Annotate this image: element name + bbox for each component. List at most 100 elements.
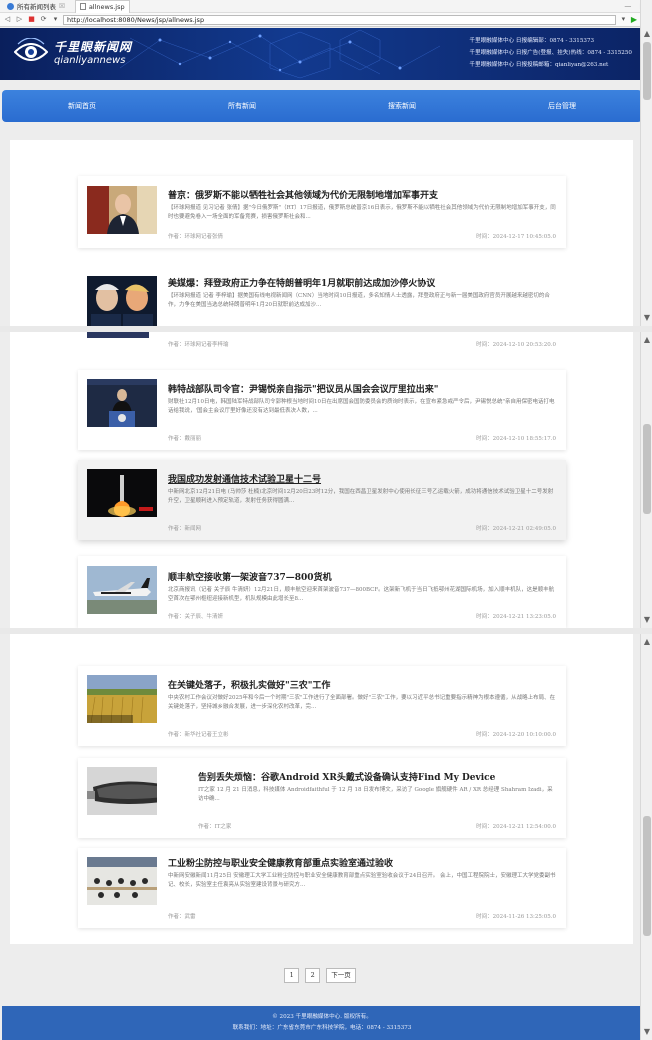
site-logo[interactable]: 千里眼新闻网 qianliyannews xyxy=(14,38,132,66)
browser-tab-bar: 所有新闻列表 ☒ allnews.jsp — □ xyxy=(0,0,652,13)
news-title[interactable]: 在关键处落子，积极扎实做好"三农"工作 xyxy=(168,678,556,691)
nav-search-news[interactable]: 搜索新闻 xyxy=(322,101,482,111)
refresh-icon[interactable]: ⟳ xyxy=(39,15,48,24)
nav-admin[interactable]: 后台管理 xyxy=(482,101,642,111)
scroll-down-icon[interactable]: ▼ xyxy=(641,1026,652,1038)
vertical-scrollbar[interactable]: ▲ ▼ xyxy=(640,0,652,326)
news-summary: 【环球网报道 见习记者 张倩】据"今日俄罗斯"（RT）17日报道，俄罗斯总统普京… xyxy=(168,205,556,220)
xr-headset-photo-image xyxy=(87,767,157,815)
news-item[interactable]: 美媒爆：拜登政府正力争在特朗普明年1月就职前达成加沙停火协议 【环球网报道 记者… xyxy=(78,262,566,326)
news-item-continued[interactable]: 作者：环球网记者李梓瑜 时间：2024-12-10 20:53:20.0 xyxy=(78,332,566,352)
news-title[interactable]: 普京：俄罗斯不能以牺牲社会其他领域为代价无限制地增加军事开支 xyxy=(168,188,556,201)
news-title[interactable]: 美媒爆：拜登政府正力争在特朗普明年1月就职前达成加沙停火协议 xyxy=(168,276,556,289)
forward-icon[interactable]: ▷ xyxy=(15,15,24,24)
news-summary: 中新网安徽新闻11月25日 安徽理工大学工业粉尘防控与职业安全健康教育部重点实验… xyxy=(168,873,556,888)
eye-logo-icon xyxy=(14,38,48,61)
page-2-button[interactable]: 2 xyxy=(305,968,321,983)
cargo-plane-photo-image xyxy=(87,566,157,614)
news-item[interactable]: 顺丰航空接收第一架波音737—800货机 北京商报讯（记者 关子辰 牛清妍）12… xyxy=(78,556,566,628)
document-icon xyxy=(79,3,86,10)
news-thumbnail[interactable] xyxy=(87,379,157,427)
logo-english-text: qianliyannews xyxy=(54,55,126,66)
news-author: 作者：戴丽丽 xyxy=(168,436,202,442)
news-time: 时间：2024-12-21 02:49:05.0 xyxy=(476,526,556,532)
news-author: 作者：新闻网 xyxy=(168,526,202,532)
rocket-launch-photo-image xyxy=(87,469,157,517)
header-contact-info: 千里眼融媒体中心 日报编辑部：0874 - 3315373 千里眼融媒体中心 日… xyxy=(469,35,632,71)
news-time: 时间：2024-12-21 13:23:05.0 xyxy=(476,614,556,620)
viewport-frame-3: 在关键处落子，积极扎实做好"三农"工作 中央农村工作会议对做好2025年和今后一… xyxy=(0,634,652,1040)
news-thumbnail[interactable] xyxy=(87,675,157,723)
nav-all-news[interactable]: 所有新闻 xyxy=(162,101,322,111)
browser-tab-title: allnews.jsp xyxy=(88,2,125,11)
news-thumbnail[interactable] xyxy=(87,469,157,517)
news-time: 时间：2024-12-10 18:55:17.0 xyxy=(476,436,556,442)
scroll-up-icon[interactable]: ▲ xyxy=(641,636,652,648)
yoon-podium-photo-image xyxy=(87,379,157,427)
site-footer: © 2023 千里眼融媒体中心. 版权所有。 联系我们：地址：广东省东莞市广东科… xyxy=(2,1006,642,1040)
news-item[interactable]: 普京：俄罗斯不能以牺牲社会其他领域为代价无限制地增加军事开支 【环球网报道 见习… xyxy=(78,176,566,248)
site-header: 千里眼新闻网 qianliyannews 千里眼融媒体中心 日报编辑部：0874… xyxy=(0,28,640,80)
news-title[interactable]: 顺丰航空接收第一架波音737—800货机 xyxy=(168,570,556,583)
viewport-frame-2: 作者：环球网记者李梓瑜 时间：2024-12-10 20:53:20.0 韩特战… xyxy=(0,332,652,628)
news-thumbnail[interactable] xyxy=(87,276,157,326)
scroll-up-icon[interactable]: ▲ xyxy=(641,334,652,346)
scrollbar-thumb[interactable] xyxy=(643,816,651,936)
browser-address-bar: ◁ ▷ ■ ⟳ ▾ http://localhost:8080/News/jsp… xyxy=(0,13,652,27)
news-thumbnail[interactable] xyxy=(87,186,157,234)
news-time: 时间：2024-12-20 10:10:00.0 xyxy=(476,732,556,738)
scrollbar-thumb[interactable] xyxy=(643,42,651,100)
news-summary: 中新网北京12月21日电 (马帅莎 杜楠)北京时间12月20日23时12分，我国… xyxy=(168,489,554,504)
news-summary: IT之家 12 月 21 日消息，科技媒体 Androidfaithful 于 … xyxy=(198,787,553,802)
news-title[interactable]: 工业粉尘防控与职业安全健康教育部重点实验室通过验收 xyxy=(168,856,556,869)
news-summary: 财联社12月10日电，韩国陆军特战部队司令郭种根当地时间10日在出席国会国防委员… xyxy=(168,399,555,414)
news-item[interactable]: 在关键处落子，积极扎实做好"三农"工作 中央农村工作会议对做好2025年和今后一… xyxy=(78,666,566,746)
news-item[interactable]: 我国成功发射通信技术试验卫星十二号 中新网北京12月21日电 (马帅莎 杜楠)北… xyxy=(78,460,566,540)
scroll-up-icon[interactable]: ▲ xyxy=(641,28,652,40)
news-title[interactable]: 告别丢失烦恼：谷歌Android XR头戴式设备确认支持Find My Devi… xyxy=(198,770,556,783)
news-author: 作者：IT之家 xyxy=(198,824,232,830)
logo-chinese-text: 千里眼新闻网 xyxy=(54,40,133,54)
news-item[interactable]: 告别丢失烦恼：谷歌Android XR头戴式设备确认支持Find My Devi… xyxy=(78,758,566,838)
news-thumbnail[interactable] xyxy=(87,857,157,905)
browser-tab-allnews-list[interactable]: 所有新闻列表 ☒ xyxy=(3,0,69,13)
stop-icon[interactable]: ■ xyxy=(27,15,36,24)
vertical-scrollbar[interactable]: ▲ ▼ xyxy=(640,634,652,1040)
footer-contact: 联系我们：地址：广东省东莞市广东科技学院，电话：0874 - 3315373 xyxy=(232,1025,412,1031)
dropdown-icon[interactable]: ▾ xyxy=(51,15,60,24)
news-title[interactable]: 我国成功发射通信技术试验卫星十二号 xyxy=(168,472,556,485)
news-title[interactable]: 韩特战部队司令官：尹锡悦亲自指示"把议员从国会会议厅里拉出来" xyxy=(168,382,556,395)
news-thumbnail[interactable] xyxy=(87,566,157,614)
minimize-icon[interactable]: — xyxy=(624,2,631,10)
news-author: 作者：环球网记者张倩 xyxy=(168,234,224,240)
back-icon[interactable]: ◁ xyxy=(3,15,12,24)
biden-trump-photo-image xyxy=(87,276,157,326)
news-summary: 北京商报讯（记者 关子辰 牛清妍）12月21日，顺丰航空迎来首架波音737—80… xyxy=(168,587,555,602)
go-icon[interactable]: ▶ xyxy=(631,15,637,24)
scrollbar-thumb[interactable] xyxy=(643,424,651,514)
vertical-scrollbar[interactable]: ▲ ▼ xyxy=(640,332,652,628)
browser-tab-allnews-jsp[interactable]: allnews.jsp xyxy=(74,0,130,13)
lab-meeting-photo-image xyxy=(87,857,157,905)
next-page-button[interactable]: 下一页 xyxy=(326,968,356,983)
url-input[interactable]: http://localhost:8080/News/jsp/allnews.j… xyxy=(63,14,616,25)
url-dropdown-icon[interactable]: ▾ xyxy=(619,15,628,24)
nav-home[interactable]: 新闻首页 xyxy=(2,101,162,111)
news-thumbnail[interactable] xyxy=(87,767,157,815)
news-author: 作者：武雷 xyxy=(168,914,196,920)
tab-close-icon[interactable]: ☒ xyxy=(59,2,65,10)
news-time: 时间：2024-12-10 20:53:20.0 xyxy=(476,342,556,348)
scroll-down-icon[interactable]: ▼ xyxy=(641,614,652,626)
news-time: 时间：2024-12-17 10:45:05.0 xyxy=(476,234,556,240)
scroll-down-icon[interactable]: ▼ xyxy=(641,312,652,324)
news-author: 作者：环球网记者李梓瑜 xyxy=(168,342,229,348)
contact-editorial: 千里眼融媒体中心 日报编辑部：0874 - 3315373 xyxy=(469,38,595,44)
page-1-button[interactable]: 1 xyxy=(284,968,300,983)
news-author: 作者：新华社记者王立彬 xyxy=(168,732,229,738)
news-item[interactable]: 韩特战部队司令官：尹锡悦亲自指示"把议员从国会会议厅里拉出来" 财联社12月10… xyxy=(78,370,566,450)
news-author: 作者：关子辰、牛清妍 xyxy=(168,614,224,620)
contact-email: 千里眼融媒体中心 日报投稿邮箱：qianliyan@263.net xyxy=(469,62,609,68)
news-item[interactable]: 工业粉尘防控与职业安全健康教育部重点实验室通过验收 中新网安徽新闻11月25日 … xyxy=(78,848,566,928)
putin-photo-image xyxy=(87,186,157,234)
browser-tab-title: 所有新闻列表 xyxy=(17,3,56,11)
